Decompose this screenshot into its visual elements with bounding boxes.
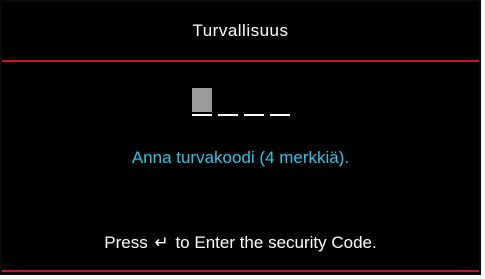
instruction-text: Anna turvakoodi (4 merkkiä).	[131, 148, 350, 167]
code-slot-3[interactable]	[243, 88, 264, 116]
footer-suffix: to Enter the security Code.	[175, 233, 377, 252]
dialog-title: Turvallisuus	[192, 21, 289, 40]
security-code-input[interactable]	[2, 88, 479, 116]
footer-prefix: Press	[104, 233, 148, 252]
code-slot-4[interactable]	[269, 88, 290, 116]
code-slot-1[interactable]	[191, 88, 212, 116]
title-bar: Turvallisuus	[2, 2, 479, 60]
footer-hint: Press ↵ to Enter the security Code.	[2, 233, 479, 253]
top-divider	[2, 60, 479, 62]
security-dialog: Turvallisuus Anna turvakoodi (4 merkkiä)…	[0, 0, 481, 275]
enter-key-icon: ↵	[154, 233, 169, 252]
code-slot-2[interactable]	[217, 88, 238, 116]
cursor-block	[191, 88, 212, 112]
bottom-divider	[2, 270, 479, 272]
